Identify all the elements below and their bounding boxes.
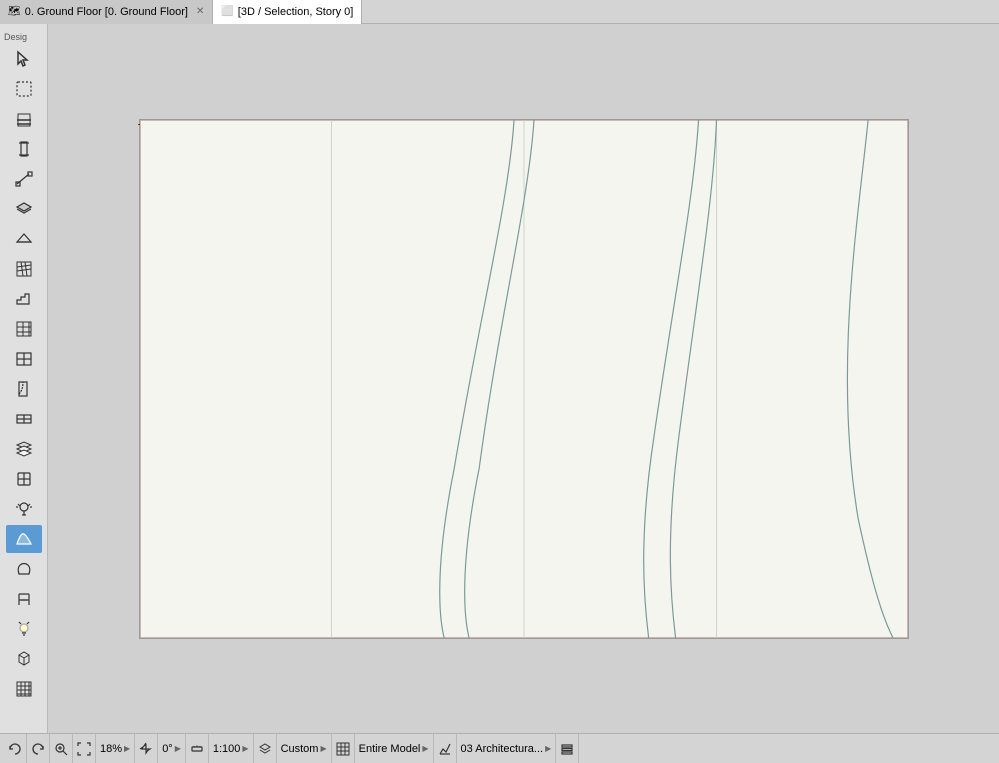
lamp-tool[interactable] [6, 495, 42, 523]
scale-value: 1:100 [213, 743, 241, 755]
undo-icon [8, 742, 22, 756]
redo-icon [31, 742, 45, 756]
model-scope-arrow: ▶ [422, 744, 428, 753]
options-icon [560, 742, 574, 756]
3d-icon: ⬜ [221, 6, 233, 17]
morph-tool[interactable] [6, 555, 42, 583]
options-button[interactable] [556, 734, 579, 763]
drawing-lines-svg [140, 120, 908, 638]
angle-display[interactable]: 0° ▶ [158, 734, 186, 763]
curtain-wall-tool[interactable] [6, 345, 42, 373]
drawing-canvas[interactable] [139, 119, 909, 639]
light-tool[interactable] [6, 615, 42, 643]
grid-snap-tool[interactable] [6, 675, 42, 703]
skylight-tool[interactable] [6, 435, 42, 463]
status-bar: 18% ▶ 0° ▶ 1:100 ▶ Custom ▶ [0, 733, 999, 763]
beam-tool[interactable] [6, 165, 42, 193]
left-toolbar: Desig [0, 24, 48, 733]
layer-icon [258, 742, 272, 756]
column-tool[interactable] [6, 135, 42, 163]
door-tool[interactable] [6, 375, 42, 403]
stair-tool[interactable] [6, 285, 42, 313]
zoom-arrow: ▶ [124, 744, 130, 753]
3d-object-tool[interactable] [6, 645, 42, 673]
mesh-tool[interactable] [6, 255, 42, 283]
grid-tool[interactable] [6, 315, 42, 343]
zoom-in-icon [54, 742, 68, 756]
select-tool[interactable] [6, 45, 42, 73]
zoom-in-button[interactable] [50, 734, 73, 763]
tracker-button[interactable] [434, 734, 457, 763]
fit-view-button[interactable] [73, 734, 96, 763]
slab-tool[interactable] [6, 195, 42, 223]
window-tool[interactable] [6, 405, 42, 433]
redo-button[interactable] [27, 734, 50, 763]
model-scope-label: Entire Model [359, 743, 421, 755]
custom-arrow: ▶ [320, 744, 326, 753]
main-canvas-area[interactable] [48, 24, 999, 733]
shell-tool[interactable] [6, 525, 42, 553]
building-layer-label: 03 Architectura... [461, 743, 544, 755]
tab-ground-floor-close[interactable]: ✕ [196, 6, 204, 17]
chair-tool[interactable] [6, 585, 42, 613]
layer-button[interactable] [254, 734, 277, 763]
tab-ground-floor-label: 0. Ground Floor [0. Ground Floor] [25, 6, 188, 18]
marquee-tool[interactable] [6, 75, 42, 103]
pan-tool-button[interactable] [135, 734, 158, 763]
measure-icon [190, 742, 204, 756]
custom-display[interactable]: Custom ▶ [277, 734, 332, 763]
tab-bar: 🗺 0. Ground Floor [0. Ground Floor] ✕ ⬜ … [0, 0, 999, 24]
fit-icon [77, 742, 91, 756]
roof-tool[interactable] [6, 225, 42, 253]
section-label: Desig [0, 32, 27, 42]
angle-arrow: ▶ [175, 744, 181, 753]
wall-tool[interactable] [6, 105, 42, 133]
pan-icon [139, 742, 153, 756]
zoom-value-display[interactable]: 18% ▶ [96, 734, 135, 763]
grid-icon [336, 742, 350, 756]
tracker-icon [438, 742, 452, 756]
building-layer-display[interactable]: 03 Architectura... ▶ [457, 734, 557, 763]
scale-display[interactable]: 1:100 ▶ [209, 734, 254, 763]
custom-label: Custom [281, 743, 319, 755]
angle-value: 0° [162, 743, 173, 755]
building-layer-arrow: ▶ [545, 744, 551, 753]
floor-plan-icon: 🗺 [8, 6, 21, 17]
zoom-percentage: 18% [100, 743, 122, 755]
tab-3d-label: [3D / Selection, Story 0] [238, 6, 354, 18]
object-tool[interactable] [6, 465, 42, 493]
model-scope-display[interactable]: Entire Model ▶ [355, 734, 434, 763]
tab-3d-selection[interactable]: ⬜ [3D / Selection, Story 0] [213, 0, 362, 24]
scale-arrow: ▶ [242, 744, 248, 753]
grid-button[interactable] [332, 734, 355, 763]
tab-ground-floor[interactable]: 🗺 0. Ground Floor [0. Ground Floor] ✕ [0, 0, 213, 24]
measure-button[interactable] [186, 734, 209, 763]
undo-button[interactable] [4, 734, 27, 763]
